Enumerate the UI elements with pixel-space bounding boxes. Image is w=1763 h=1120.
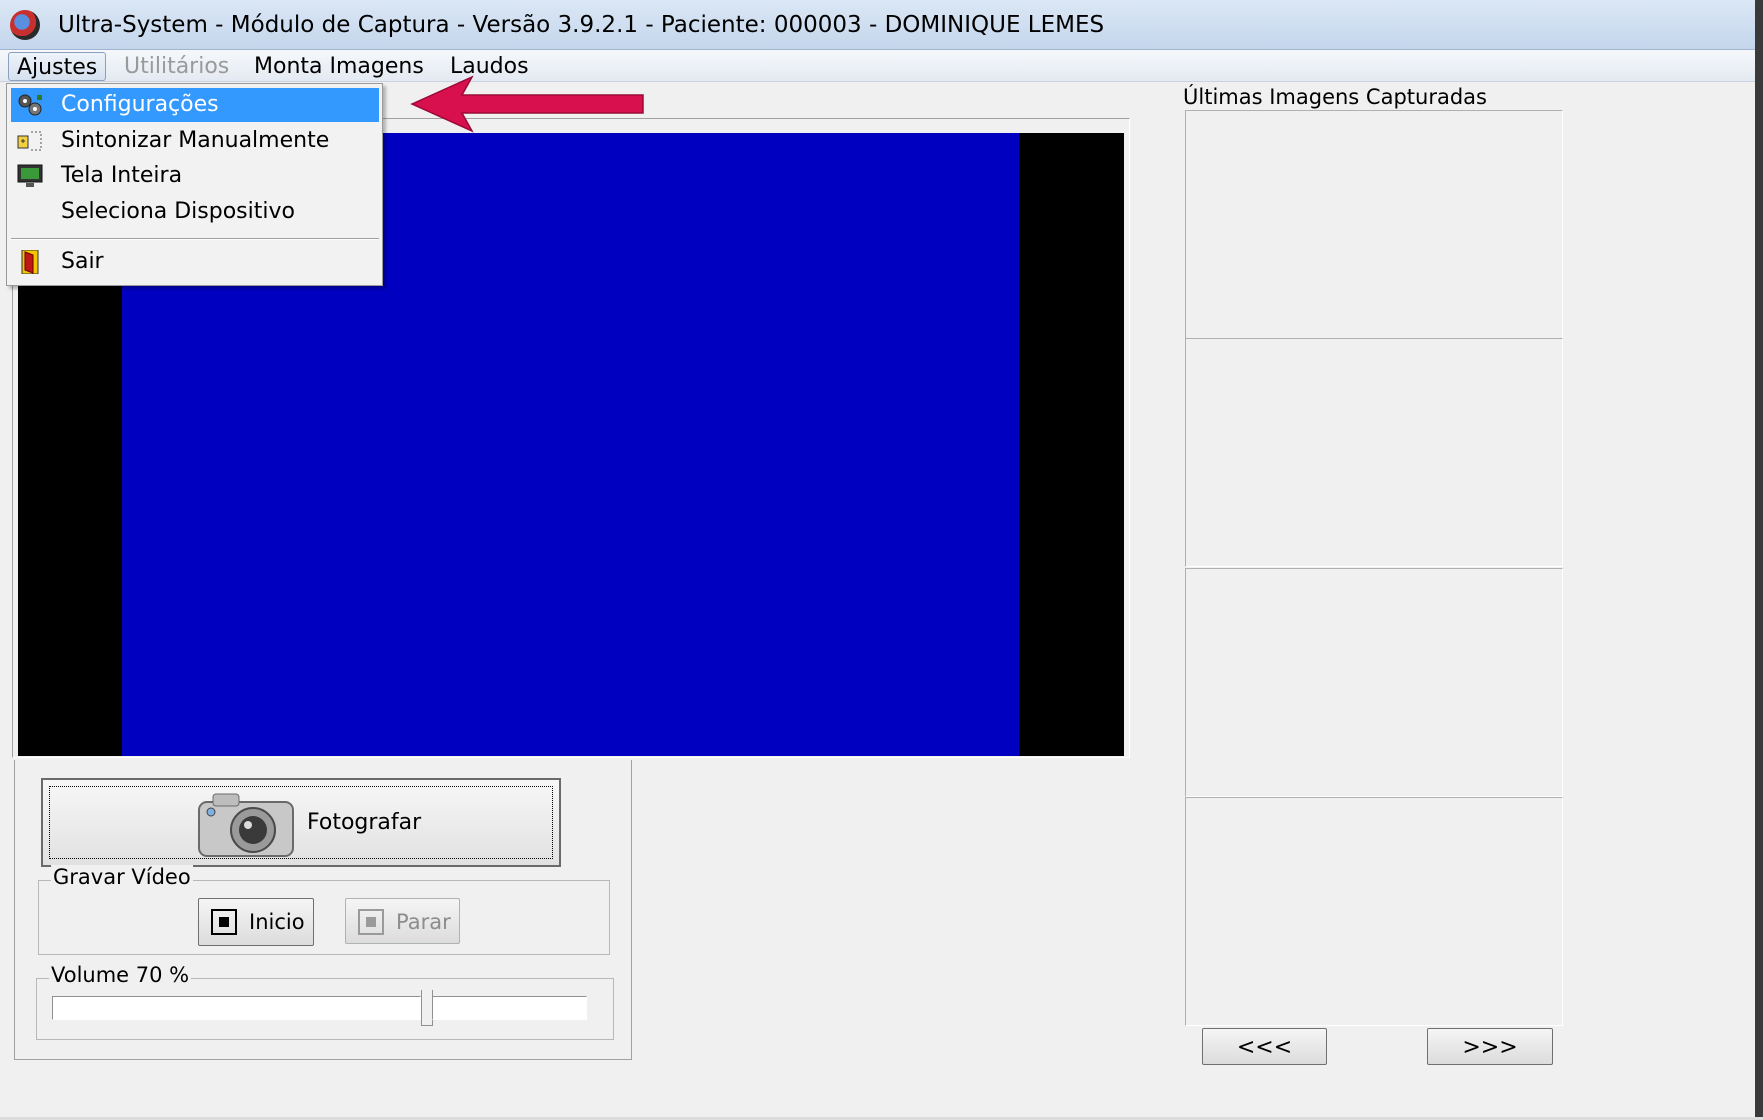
inicio-label: Inicio	[249, 910, 305, 934]
next-label: >>>	[1462, 1035, 1518, 1060]
fotografar-button[interactable]: Fotografar	[41, 778, 561, 867]
parar-label: Parar	[396, 910, 451, 934]
gravar-video-group: Gravar Vídeo	[38, 865, 610, 955]
title-bar: Ultra-System - Módulo de Captura - Versã…	[0, 0, 1763, 50]
captured-image-slot[interactable]	[1185, 110, 1563, 339]
gears-icon	[18, 94, 42, 116]
camera-icon	[198, 793, 294, 857]
volume-slider-track-remaining[interactable]	[431, 996, 587, 1020]
menu-item-seleciona-dispositivo[interactable]: Seleciona Dispositivo	[11, 195, 379, 229]
stop-icon	[358, 909, 384, 935]
menu-item-sair[interactable]: Sair	[11, 245, 379, 279]
record-icon	[211, 909, 237, 935]
menu-item-configuracoes[interactable]: Configurações	[11, 88, 379, 122]
focus-rectangle	[49, 786, 553, 859]
menu-monta-imagens[interactable]: Monta Imagens	[246, 52, 432, 81]
menu-ajustes[interactable]: Ajustes	[8, 52, 107, 81]
tune-icon	[17, 131, 42, 151]
gallery-title: Últimas Imagens Capturadas	[1183, 85, 1487, 109]
ajustes-dropdown-menu: Configurações Sintonizar Manualmente Tel…	[6, 83, 383, 286]
app-globe-icon[interactable]	[10, 10, 40, 40]
fotografar-label: Fotografar	[307, 810, 422, 835]
exit-door-icon	[21, 250, 39, 274]
captured-image-slot[interactable]	[1185, 568, 1563, 797]
menu-item-sintonizar[interactable]: Sintonizar Manualmente	[11, 124, 379, 158]
inicio-button[interactable]: Inicio	[198, 898, 314, 946]
menu-item-label: Tela Inteira	[61, 163, 183, 188]
gravar-video-label: Gravar Vídeo	[51, 865, 193, 889]
window-title: Ultra-System - Módulo de Captura - Versã…	[58, 12, 1105, 38]
menu-item-tela-inteira[interactable]: Tela Inteira	[11, 159, 379, 193]
volume-slider-track-filled[interactable]	[52, 996, 421, 1020]
menu-item-label: Sintonizar Manualmente	[61, 128, 330, 153]
menu-utilitarios[interactable]: Utilitários	[116, 52, 237, 81]
next-images-button[interactable]: >>>	[1427, 1028, 1553, 1065]
menu-item-label: Configurações	[61, 92, 219, 117]
captured-image-slot[interactable]	[1185, 338, 1563, 567]
annotation-arrow	[410, 75, 644, 133]
previous-images-button[interactable]: <<<	[1202, 1028, 1327, 1065]
volume-label: Volume 70 %	[49, 963, 192, 987]
captured-image-slot[interactable]	[1185, 797, 1563, 1026]
menu-item-label: Sair	[61, 249, 104, 274]
parar-button[interactable]: Parar	[345, 898, 460, 944]
menu-item-label: Seleciona Dispositivo	[61, 199, 295, 224]
previous-label: <<<	[1236, 1035, 1293, 1060]
window-right-border	[1755, 0, 1763, 1120]
menu-separator	[11, 238, 379, 240]
monitor-icon	[17, 164, 43, 187]
